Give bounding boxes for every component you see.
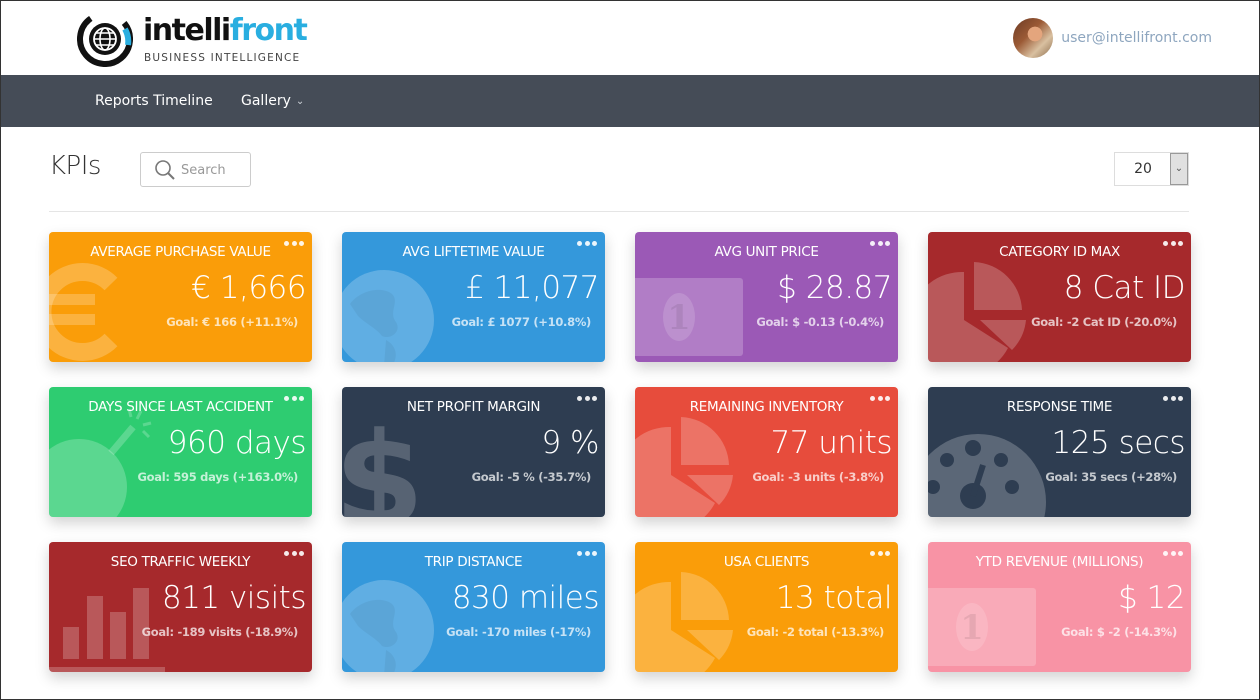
logo-word-primary: intelli	[143, 13, 231, 48]
page-size-value: 20	[1134, 161, 1152, 177]
logo-word-secondary: front	[229, 13, 308, 48]
user-avatar[interactable]	[1013, 18, 1054, 58]
nav-gallery[interactable]: Gallery ⌄	[241, 75, 304, 127]
chevron-down-icon: ⌄	[1174, 163, 1184, 174]
page-size-dropdown-button[interactable]: ⌄	[1170, 153, 1188, 185]
kpi-title: DAYS SINCE LAST ACCIDENT	[88, 399, 273, 415]
kpi-goal: Goal: -2 total (-13.3%)	[746, 625, 885, 639]
kpi-title: YTD REVENUE (MILLIONS)	[975, 554, 1144, 570]
kpi-card-days-since-last-accident[interactable]: DAYS SINCE LAST ACCIDENT 960 days Goal: …	[49, 387, 312, 517]
kpi-title: USA CLIENTS	[723, 554, 810, 570]
kpi-value: 13 total	[775, 580, 893, 616]
svg-text:1: 1	[960, 608, 984, 648]
logo-wordmark: intellifront	[143, 13, 308, 49]
kpi-value: $ 12	[1117, 580, 1186, 616]
kpi-goal: Goal: -3 units (-3.8%)	[752, 470, 884, 484]
kpi-value: £ 11,077	[464, 270, 600, 306]
kpi-title: NET PROFIT MARGIN	[406, 399, 541, 415]
logo-tagline: BUSINESS INTELLIGENCE	[144, 52, 301, 64]
kpi-card-net-profit-margin[interactable]: $ NET PROFIT MARGIN 9 % Goal: -5 % (-35.…	[342, 387, 605, 517]
svg-text:$: $	[342, 404, 424, 517]
kpi-goal: Goal: £ 1077 (+10.8%)	[451, 315, 592, 329]
user-email[interactable]: user@intellifront.com	[1061, 30, 1212, 46]
kpi-title: AVG UNIT PRICE	[714, 244, 819, 260]
kpi-value: 960 days	[167, 425, 307, 461]
kpi-title: REMAINING INVENTORY	[689, 399, 844, 415]
kpi-card-average-purchase-value[interactable]: AVERAGE PURCHASE VALUE € 1,666 Goal: € 1…	[49, 232, 312, 362]
kpi-title: AVG LIFTETIME VALUE	[402, 244, 545, 260]
search-icon	[155, 160, 175, 180]
kpi-goal: Goal: -2 Cat ID (-20.0%)	[1031, 315, 1177, 329]
kpi-card-seo-traffic-weekly[interactable]: SEO TRAFFIC WEEKLY 811 visits Goal: -189…	[49, 542, 312, 672]
kpi-title: CATEGORY ID MAX	[999, 244, 1120, 260]
svg-text:1: 1	[667, 298, 691, 338]
kpi-goal: Goal: € 166 (+11.1%)	[166, 315, 298, 329]
kpi-goal: Goal: -189 visits (-18.9%)	[141, 625, 299, 639]
kpi-value: 125 secs	[1051, 425, 1186, 461]
kpi-value: 77 units	[770, 425, 892, 461]
kpi-value: $ 28.87	[777, 270, 892, 306]
kpi-card-trip-distance[interactable]: TRIP DISTANCE 830 miles Goal: -170 miles…	[342, 542, 605, 672]
nav-reports-timeline[interactable]: Reports Timeline	[95, 75, 213, 127]
top-header: intellifront BUSINESS INTELLIGENCE user@…	[1, 1, 1259, 75]
chevron-down-icon: ⌄	[295, 96, 305, 107]
kpi-card-usa-clients[interactable]: USA CLIENTS 13 total Goal: -2 total (-13…	[635, 542, 898, 672]
kpi-value: 830 miles	[451, 580, 600, 616]
kpi-card-avg-unit-price[interactable]: 1 AVG UNIT PRICE $ 28.87 Goal: $ -0.13 (…	[635, 232, 898, 362]
kpi-goal: Goal: 35 secs (+28%)	[1045, 470, 1177, 484]
main-nav: Reports Timeline Gallery ⌄	[1, 75, 1259, 127]
page-title: KPIs	[49, 151, 101, 181]
kpi-value: 8 Cat ID	[1063, 270, 1186, 306]
user-menu[interactable]: user@intellifront.com	[1013, 18, 1212, 58]
search-box[interactable]	[140, 152, 251, 187]
page-size-select[interactable]: 20 ⌄	[1114, 152, 1189, 186]
kpi-card-remaining-inventory[interactable]: REMAINING INVENTORY 77 units Goal: -3 un…	[635, 387, 898, 517]
kpi-title: RESPONSE TIME	[1006, 399, 1113, 415]
kpi-card-response-time[interactable]: RESPONSE TIME 125 secs Goal: 35 secs (+2…	[928, 387, 1191, 517]
kpi-title: AVERAGE PURCHASE VALUE	[90, 244, 271, 260]
kpi-goal: Goal: -170 miles (-17%)	[446, 625, 591, 639]
kpi-value: 9 %	[541, 425, 599, 461]
kpi-value: € 1,666	[191, 270, 306, 306]
kpi-goal: Goal: $ -2 (-14.3%)	[1061, 625, 1177, 639]
divider	[49, 211, 1189, 212]
nav-gallery-label: Gallery	[241, 93, 291, 109]
kpi-card-avg-liftetime-value[interactable]: AVG LIFTETIME VALUE £ 11,077 Goal: £ 107…	[342, 232, 605, 362]
kpi-goal: Goal: 595 days (+163.0%)	[137, 470, 299, 484]
kpi-value: 811 visits	[161, 580, 307, 616]
kpi-goal: Goal: $ -0.13 (-0.4%)	[756, 315, 884, 329]
kpi-card-category-id-max[interactable]: CATEGORY ID MAX 8 Cat ID Goal: -2 Cat ID…	[928, 232, 1191, 362]
search-input[interactable]	[181, 161, 247, 179]
kpi-title: SEO TRAFFIC WEEKLY	[110, 554, 251, 570]
intellifront-logo[interactable]: intellifront BUSINESS INTELLIGENCE	[77, 11, 308, 67]
kpi-card-ytd-revenue-millions[interactable]: 1 YTD REVENUE (MILLIONS) $ 12 Goal: $ -2…	[928, 542, 1191, 672]
logo-globe-icon	[77, 11, 133, 67]
nav-reports-timeline-label: Reports Timeline	[95, 93, 213, 109]
kpi-title: TRIP DISTANCE	[424, 554, 523, 570]
kpi-goal: Goal: -5 % (-35.7%)	[471, 470, 592, 484]
